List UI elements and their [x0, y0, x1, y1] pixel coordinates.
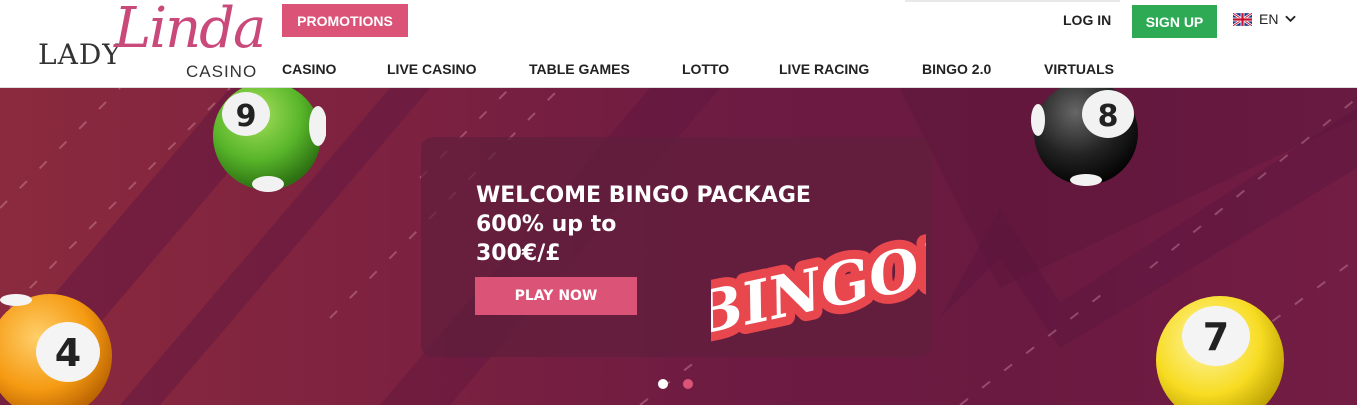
- bingo-ball-8-icon: 8: [1031, 88, 1138, 186]
- signup-button[interactable]: SIGN UP: [1132, 5, 1217, 38]
- nav-item-casino[interactable]: CASINO: [282, 61, 336, 77]
- carousel-dot-2[interactable]: [683, 379, 693, 389]
- bingo-ball-4-icon: 4: [0, 294, 112, 405]
- language-label: EN: [1259, 11, 1279, 27]
- ball-number: 4: [55, 331, 81, 375]
- promotions-button[interactable]: PROMOTIONS: [282, 4, 408, 37]
- carousel-dot-1[interactable]: [658, 379, 668, 389]
- hero-banner[interactable]: 9 8 4 7 WELCOME BINGO PACKAGE 600% up to…: [0, 88, 1357, 405]
- nav-item-bingo[interactable]: BINGO 2.0: [922, 61, 991, 77]
- ball-number: 9: [236, 99, 257, 134]
- bingo-ball-9-icon: 9: [213, 88, 326, 192]
- svg-text:BINGO!: BINGO!: [711, 229, 926, 342]
- nav-item-live-racing[interactable]: LIVE RACING: [779, 61, 869, 77]
- bingo-ball-7-icon: 7: [1156, 296, 1284, 405]
- login-link[interactable]: LOG IN: [1063, 12, 1111, 28]
- ball-number: 7: [1203, 315, 1229, 359]
- lady-linda-logo[interactable]: LADY Linda CASINO: [36, 0, 276, 86]
- nav-item-live-casino[interactable]: LIVE CASINO: [387, 61, 476, 77]
- promo-line-1: WELCOME BINGO PACKAGE: [476, 183, 811, 208]
- nav-item-virtuals[interactable]: VIRTUALS: [1044, 61, 1114, 77]
- language-selector[interactable]: EN: [1233, 11, 1297, 27]
- site-header: LADY Linda CASINO PROMOTIONS LOG IN SIGN…: [0, 0, 1357, 88]
- ball-number: 8: [1098, 99, 1119, 134]
- play-now-button[interactable]: PLAY NOW: [475, 277, 637, 315]
- logo-linda-text: Linda: [114, 0, 266, 61]
- logo-casino-text: CASINO: [186, 62, 258, 81]
- nav-item-lotto[interactable]: LOTTO: [682, 61, 729, 77]
- promo-panel: WELCOME BINGO PACKAGE 600% up to 300€/£ …: [421, 137, 931, 357]
- logo-lady-text: LADY: [38, 38, 122, 71]
- uk-flag-icon: [1233, 12, 1252, 26]
- nav-item-table-games[interactable]: TABLE GAMES: [529, 61, 630, 77]
- chevron-down-icon: [1285, 15, 1297, 23]
- topbar-divider: [905, 0, 1120, 2]
- bingo-logo-icon: BINGO! BINGO!: [711, 227, 926, 342]
